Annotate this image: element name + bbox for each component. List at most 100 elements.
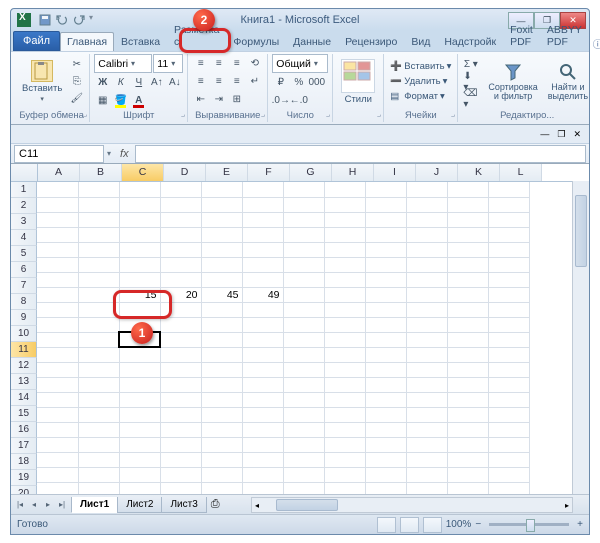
cell[interactable] [37, 437, 78, 452]
tab-addins[interactable]: Надстройк [437, 32, 503, 51]
tab-review[interactable]: Рецензиро [338, 32, 404, 51]
cell[interactable] [488, 362, 529, 377]
cell[interactable] [488, 452, 529, 467]
cell[interactable] [78, 467, 119, 482]
cell[interactable] [78, 407, 119, 422]
cell[interactable] [201, 362, 242, 377]
cell[interactable] [324, 362, 365, 377]
cell[interactable] [78, 347, 119, 362]
horizontal-scrollbar[interactable]: ◂ ▸ [251, 497, 573, 513]
cell[interactable] [283, 347, 324, 362]
view-normal-icon[interactable] [377, 517, 396, 533]
row-header[interactable]: 20 [11, 486, 37, 494]
cell[interactable] [201, 197, 242, 212]
cell[interactable] [160, 377, 201, 392]
cell[interactable] [160, 422, 201, 437]
cell[interactable] [406, 332, 447, 347]
cell[interactable] [78, 287, 119, 302]
cell[interactable] [242, 422, 283, 437]
help-icon[interactable]: ⓘ [589, 36, 600, 51]
cell[interactable] [160, 227, 201, 242]
tab-foxit[interactable]: Foxit PDF [503, 20, 540, 51]
cell[interactable] [37, 287, 78, 302]
cell[interactable] [488, 197, 529, 212]
cell[interactable] [447, 287, 488, 302]
percent-icon[interactable]: % [290, 74, 307, 91]
cell[interactable] [242, 362, 283, 377]
cell[interactable] [242, 212, 283, 227]
tab-view[interactable]: Вид [404, 32, 437, 51]
cell[interactable] [160, 482, 201, 494]
delete-cells-button[interactable]: ➖Удалить ▾ [388, 74, 453, 89]
cell[interactable] [365, 242, 406, 257]
row-header[interactable]: 3 [11, 214, 37, 230]
cell[interactable] [406, 302, 447, 317]
bold-button[interactable]: Ж [94, 74, 111, 91]
row-header[interactable]: 19 [11, 470, 37, 486]
select-all-corner[interactable] [11, 164, 38, 181]
cell[interactable] [406, 392, 447, 407]
cell[interactable] [406, 377, 447, 392]
cell[interactable] [78, 482, 119, 494]
cell[interactable] [283, 452, 324, 467]
cell[interactable] [447, 392, 488, 407]
cell[interactable] [242, 272, 283, 287]
cell[interactable] [78, 227, 119, 242]
cell[interactable] [37, 227, 78, 242]
currency-icon[interactable]: ₽ [272, 74, 289, 91]
cell[interactable] [283, 407, 324, 422]
cell[interactable] [447, 272, 488, 287]
fill-color-icon[interactable]: 🪣 [112, 92, 129, 109]
cell[interactable] [78, 242, 119, 257]
orientation-icon[interactable]: ⟲ [246, 55, 263, 72]
horizontal-scroll-thumb[interactable] [276, 499, 338, 511]
cell[interactable] [488, 227, 529, 242]
tab-data[interactable]: Данные [286, 32, 338, 51]
cell[interactable] [242, 377, 283, 392]
cell[interactable] [78, 197, 119, 212]
row-header[interactable]: 8 [11, 294, 37, 310]
mdi-minimize-icon[interactable]: — [536, 129, 553, 139]
cell[interactable] [37, 482, 78, 494]
cell[interactable] [37, 377, 78, 392]
row-header[interactable]: 7 [11, 278, 37, 294]
cell[interactable] [324, 212, 365, 227]
row-header[interactable]: 5 [11, 246, 37, 262]
cell[interactable] [488, 377, 529, 392]
zoom-level[interactable]: 100% [446, 519, 472, 530]
cell[interactable] [119, 467, 160, 482]
cell[interactable] [201, 347, 242, 362]
paste-button[interactable]: Вставить ▾ [18, 59, 66, 104]
cell[interactable] [201, 227, 242, 242]
align-bottom-icon[interactable]: ≡ [228, 55, 245, 72]
zoom-in-icon[interactable]: + [577, 519, 583, 530]
cell[interactable] [447, 467, 488, 482]
cell[interactable] [406, 422, 447, 437]
cell[interactable] [119, 437, 160, 452]
cell[interactable] [488, 302, 529, 317]
cell[interactable] [242, 197, 283, 212]
cell[interactable] [201, 437, 242, 452]
align-center-icon[interactable]: ≡ [210, 73, 227, 90]
cell[interactable] [488, 392, 529, 407]
cell[interactable] [201, 272, 242, 287]
cell[interactable] [365, 332, 406, 347]
cell[interactable] [365, 257, 406, 272]
cell[interactable] [37, 332, 78, 347]
cell[interactable] [324, 347, 365, 362]
save-icon[interactable] [38, 13, 52, 27]
cell[interactable] [406, 452, 447, 467]
comma-icon[interactable]: 000 [308, 74, 325, 91]
column-header[interactable]: G [290, 164, 332, 181]
cell[interactable] [283, 272, 324, 287]
cell[interactable] [447, 182, 488, 197]
cell[interactable] [488, 212, 529, 227]
cell[interactable] [488, 317, 529, 332]
cell[interactable] [78, 257, 119, 272]
cell[interactable] [78, 212, 119, 227]
cell[interactable] [283, 317, 324, 332]
cell[interactable] [365, 482, 406, 494]
cell[interactable] [488, 407, 529, 422]
sheet-tab-3[interactable]: Лист3 [161, 497, 206, 513]
mdi-close-icon[interactable]: ✕ [569, 129, 585, 140]
